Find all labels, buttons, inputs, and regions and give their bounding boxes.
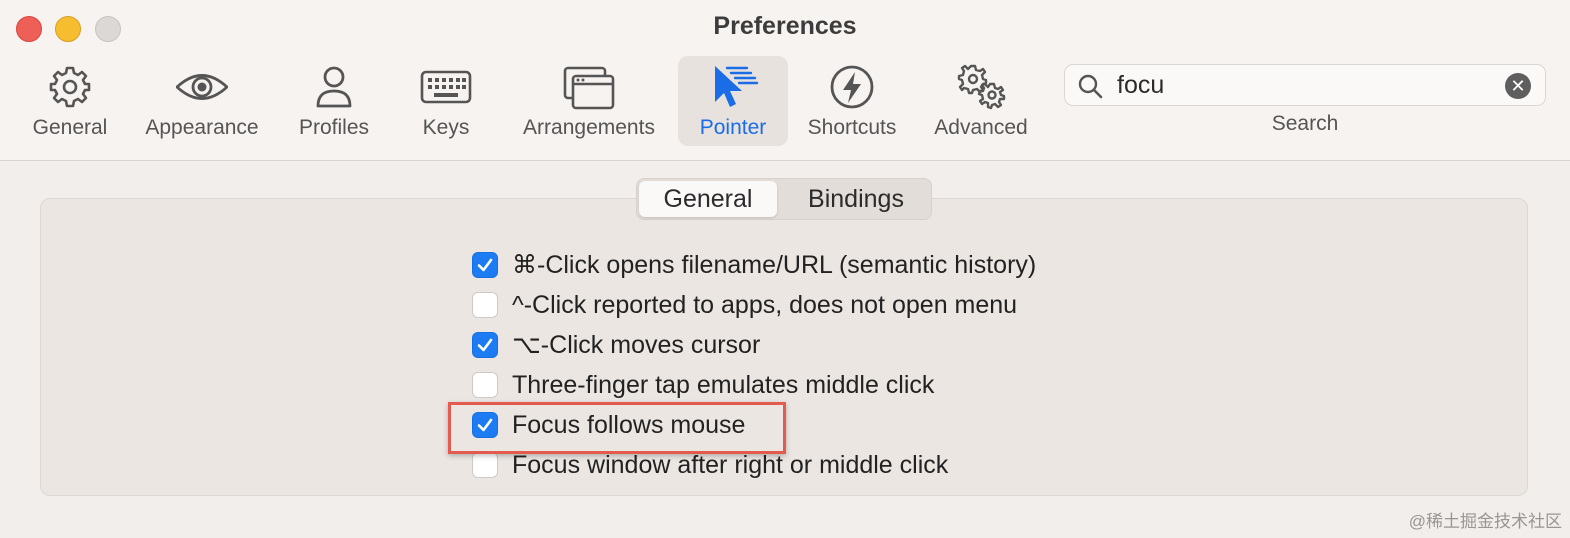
option-alt-click[interactable]: ⌥-Click moves cursor <box>472 330 760 360</box>
toolbar-keys[interactable]: Keys <box>404 56 488 146</box>
windows-icon <box>563 66 615 110</box>
option-label: ^-Click reported to apps, does not open … <box>512 290 1018 319</box>
toolbar-pointer[interactable]: Pointer <box>678 56 788 146</box>
checkbox-unchecked[interactable] <box>472 292 498 318</box>
toolbar-keys-label: Keys <box>422 116 470 139</box>
checkbox-checked[interactable] <box>472 332 498 358</box>
checkmark-icon <box>477 338 493 352</box>
person-icon <box>316 66 352 108</box>
toolbar-arrangements[interactable]: Arrangements <box>514 56 664 146</box>
toolbar-shortcuts-label: Shortcuts <box>807 116 897 139</box>
toolbar-advanced[interactable]: Advanced <box>928 56 1034 146</box>
toolbar-pointer-label: Pointer <box>699 116 767 139</box>
checkmark-icon <box>477 258 493 272</box>
option-label: ⌥-Click moves cursor <box>512 331 761 359</box>
pointer-icon <box>715 66 759 107</box>
toolbar-profiles[interactable]: Profiles <box>292 56 376 146</box>
toolbar-arrangements-label: Arrangements <box>523 116 655 139</box>
gear-icon <box>49 66 91 108</box>
clear-search-icon[interactable]: ✕ <box>1505 73 1531 99</box>
watermark: @稀土掘金技术社区 <box>1408 512 1562 531</box>
toolbar-advanced-label: Advanced <box>934 116 1028 139</box>
option-focus-window-click[interactable]: Focus window after right or middle click <box>472 450 948 480</box>
search-input[interactable] <box>1117 69 1497 101</box>
search-label: Search <box>1271 112 1339 135</box>
title-bar: Preferences General Appearance Profiles <box>0 0 1570 161</box>
checkbox-unchecked[interactable] <box>472 452 498 478</box>
bolt-icon <box>830 65 874 109</box>
eye-icon <box>176 74 228 100</box>
window-title: Preferences <box>713 12 857 40</box>
checkbox-unchecked[interactable] <box>472 372 498 398</box>
toolbar-shortcuts[interactable]: Shortcuts <box>800 56 904 146</box>
option-label: Focus window after right or middle click <box>512 450 949 479</box>
tab-general[interactable]: General <box>639 181 777 217</box>
toolbar-general-label: General <box>32 116 108 139</box>
toolbar-general[interactable]: General <box>24 56 116 146</box>
search-field[interactable]: ✕ <box>1064 64 1546 106</box>
toolbar-appearance-label: Appearance <box>145 116 259 139</box>
gears-icon <box>957 64 1006 110</box>
option-label: ⌘-Click opens filename/URL (semantic his… <box>512 251 1037 279</box>
keyboard-icon <box>420 70 472 104</box>
option-label: Three-finger tap emulates middle click <box>512 370 935 399</box>
toolbar-profiles-label: Profiles <box>298 116 370 139</box>
annotation-highlight-box <box>448 402 786 454</box>
tab-control: General Bindings <box>636 178 932 220</box>
checkbox-checked[interactable] <box>472 252 498 278</box>
toolbar-appearance[interactable]: Appearance <box>138 56 266 146</box>
option-ctrl-click[interactable]: ^-Click reported to apps, does not open … <box>472 290 1017 320</box>
option-three-finger-tap[interactable]: Three-finger tap emulates middle click <box>472 370 934 400</box>
option-semantic-history[interactable]: ⌘-Click opens filename/URL (semantic his… <box>472 250 1036 280</box>
tab-bindings[interactable]: Bindings <box>783 181 929 217</box>
search-icon <box>1078 74 1103 99</box>
